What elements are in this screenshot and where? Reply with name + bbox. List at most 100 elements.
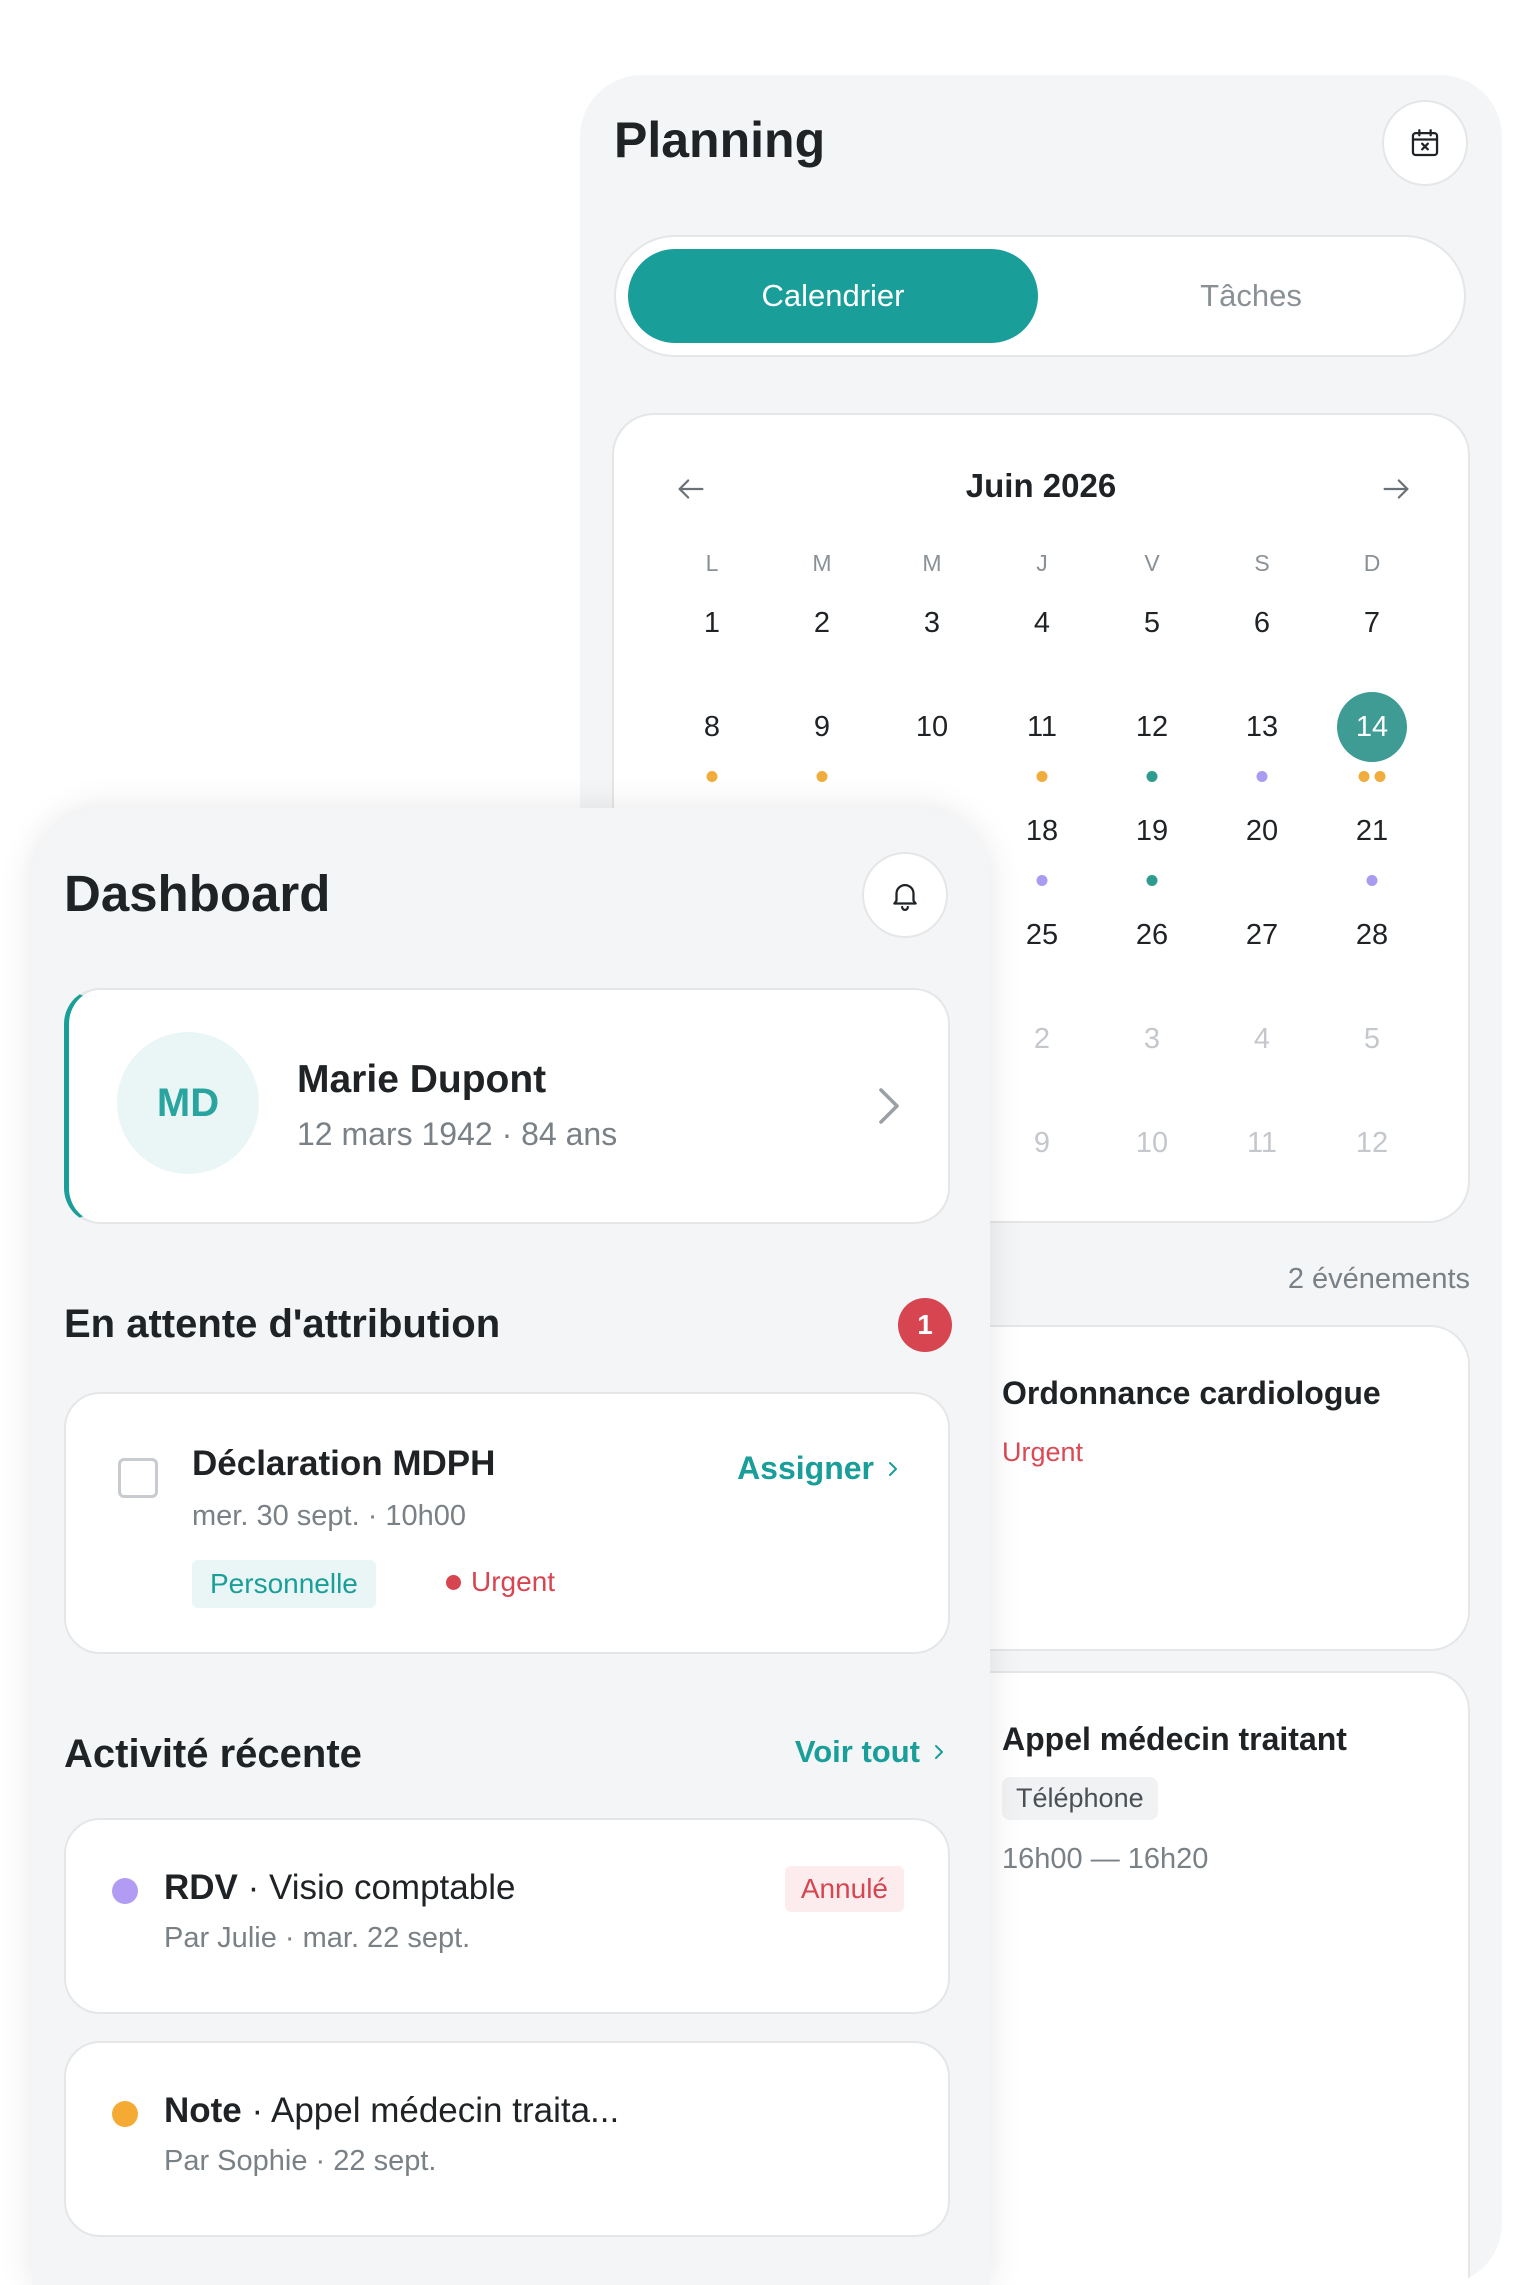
pending-count-badge: 1	[898, 1298, 952, 1352]
calendar-day[interactable]: 3	[897, 588, 967, 658]
weekday-label: J	[1036, 550, 1048, 576]
patient-name: Marie Dupont	[297, 1058, 547, 1101]
calendar-day[interactable]: 10	[897, 692, 967, 762]
calendar-day[interactable]: 5	[1337, 1004, 1407, 1074]
weekday-label: S	[1254, 550, 1270, 576]
event-dots	[816, 771, 828, 783]
event-dot	[816, 771, 828, 782]
patient-details: 12 mars 1942 · 84 ans	[297, 1116, 618, 1152]
activity-meta: Par Sophie · 22 sept.	[164, 2145, 437, 2177]
calendar-day[interactable]: 25	[1007, 900, 1077, 970]
calendar-day[interactable]: 18	[1007, 796, 1077, 866]
weekday-label: M	[922, 550, 942, 576]
see-all-link[interactable]: Voir tout	[795, 1734, 946, 1770]
event-dot	[1366, 875, 1378, 886]
activity-type: Note	[164, 2091, 242, 2130]
activity-title: RDV · Visio comptable	[164, 1868, 516, 1907]
events-count: 2 événements	[1287, 1263, 1470, 1295]
calendar-day[interactable]: 3	[1117, 1004, 1187, 1074]
activity-type: RDV	[164, 1868, 238, 1907]
task-title: Déclaration MDPH	[192, 1444, 496, 1483]
prev-month-button[interactable]	[669, 467, 713, 511]
calendar-day[interactable]: 10	[1117, 1108, 1187, 1178]
status-badge: Annulé	[784, 1866, 904, 1912]
priority-dot	[446, 1574, 461, 1590]
dashboard-panel: Dashboard MD Marie Dupont 12 mars 1942 ·…	[32, 808, 990, 2285]
event-title: Ordonnance cardiologue	[1002, 1375, 1381, 1411]
task-tag: Personnelle	[192, 1560, 376, 1608]
task-priority: Urgent	[446, 1566, 555, 1598]
activity-dot	[112, 1878, 138, 1904]
bell-icon	[893, 884, 917, 911]
weekday-label: L	[705, 550, 719, 576]
event-dots	[1366, 875, 1378, 887]
calendar-day[interactable]: 12	[1337, 1108, 1407, 1178]
calendar-day[interactable]: 21	[1337, 796, 1407, 866]
weekday-label: V	[1144, 550, 1160, 576]
weekday-label: M	[812, 550, 832, 576]
event-dot	[1036, 771, 1048, 782]
calendar-day-selected[interactable]: 14	[1337, 692, 1407, 762]
event-time: 16h00 — 16h20	[1002, 1843, 1209, 1875]
activity-title: Note · Appel médecin traita...	[164, 2091, 620, 2130]
event-dot	[1036, 875, 1048, 886]
calendar-day[interactable]: 27	[1227, 900, 1297, 970]
calendar-day[interactable]: 11	[1227, 1108, 1297, 1178]
see-all-label: Voir tout	[794, 1734, 920, 1769]
priority-label: Urgent	[471, 1566, 556, 1597]
calendar-day[interactable]: 4	[1227, 1004, 1297, 1074]
tab-taches[interactable]: Tâches	[1046, 249, 1456, 343]
activity-label: Appel médecin traita...	[270, 2091, 620, 2130]
activity-item[interactable]: RDV · Visio comptable Par Julie · mar. 2…	[64, 1818, 950, 2014]
notifications-button[interactable]	[862, 852, 948, 938]
event-dots	[1146, 875, 1158, 887]
event-dots	[1358, 771, 1386, 783]
activity-item[interactable]: Note · Appel médecin traita... Par Sophi…	[64, 2041, 950, 2237]
chevron-right-icon	[935, 1745, 943, 1759]
event-dot	[706, 771, 718, 782]
task-checkbox[interactable]	[118, 1458, 158, 1498]
activity-label: Visio comptable	[269, 1868, 516, 1907]
event-type-chip: Téléphone	[1002, 1777, 1158, 1820]
arrow-right-icon	[1383, 479, 1409, 499]
chevron-right-icon	[889, 1461, 897, 1476]
view-switcher: Calendrier Tâches	[614, 235, 1466, 357]
calendar-day[interactable]: 5	[1117, 588, 1187, 658]
next-month-button[interactable]	[1374, 467, 1418, 511]
tab-calendrier[interactable]: Calendrier	[628, 249, 1038, 343]
calendar-day[interactable]: 9	[787, 692, 857, 762]
calendar-day[interactable]: 1	[677, 588, 747, 658]
calendar-day[interactable]: 28	[1337, 900, 1407, 970]
calendar-day[interactable]: 19	[1117, 796, 1187, 866]
patient-card[interactable]: MD Marie Dupont 12 mars 1942 · 84 ans	[64, 988, 950, 1224]
event-dot	[1146, 875, 1158, 886]
calendar-day[interactable]: 8	[677, 692, 747, 762]
assign-button[interactable]: Assigner	[737, 1450, 900, 1487]
calendar-day[interactable]: 9	[1007, 1108, 1077, 1178]
event-dots	[1256, 771, 1268, 783]
pending-task-card: Déclaration MDPH mer. 30 sept. · 10h00 A…	[64, 1392, 950, 1654]
planning-title: Planning	[614, 112, 826, 168]
pending-section-title: En attente d'attribution	[64, 1302, 501, 1346]
task-date: mer. 30 sept. · 10h00	[192, 1500, 467, 1532]
event-title: Appel médecin traitant	[1002, 1721, 1347, 1757]
calendar-day[interactable]: 7	[1337, 588, 1407, 658]
calendar-day[interactable]: 2	[787, 588, 857, 658]
calendar-day[interactable]: 13	[1227, 692, 1297, 762]
calendar-x-icon	[1411, 129, 1439, 157]
event-dots	[706, 771, 718, 783]
calendar-day[interactable]: 20	[1227, 796, 1297, 866]
calendar-day[interactable]: 4	[1007, 588, 1077, 658]
event-dots	[1036, 875, 1048, 887]
calendar-day[interactable]: 2	[1007, 1004, 1077, 1074]
chevron-right-icon	[874, 1084, 904, 1133]
calendar-day[interactable]: 26	[1117, 900, 1187, 970]
event-dot	[1146, 771, 1158, 782]
calendar-clear-button[interactable]	[1382, 100, 1468, 186]
activity-dot	[112, 2101, 138, 2127]
assign-label: Assigner	[737, 1450, 874, 1486]
calendar-day[interactable]: 11	[1007, 692, 1077, 762]
calendar-day[interactable]: 6	[1227, 588, 1297, 658]
calendar-month-label: Juin 2026	[965, 467, 1117, 504]
calendar-day[interactable]: 12	[1117, 692, 1187, 762]
